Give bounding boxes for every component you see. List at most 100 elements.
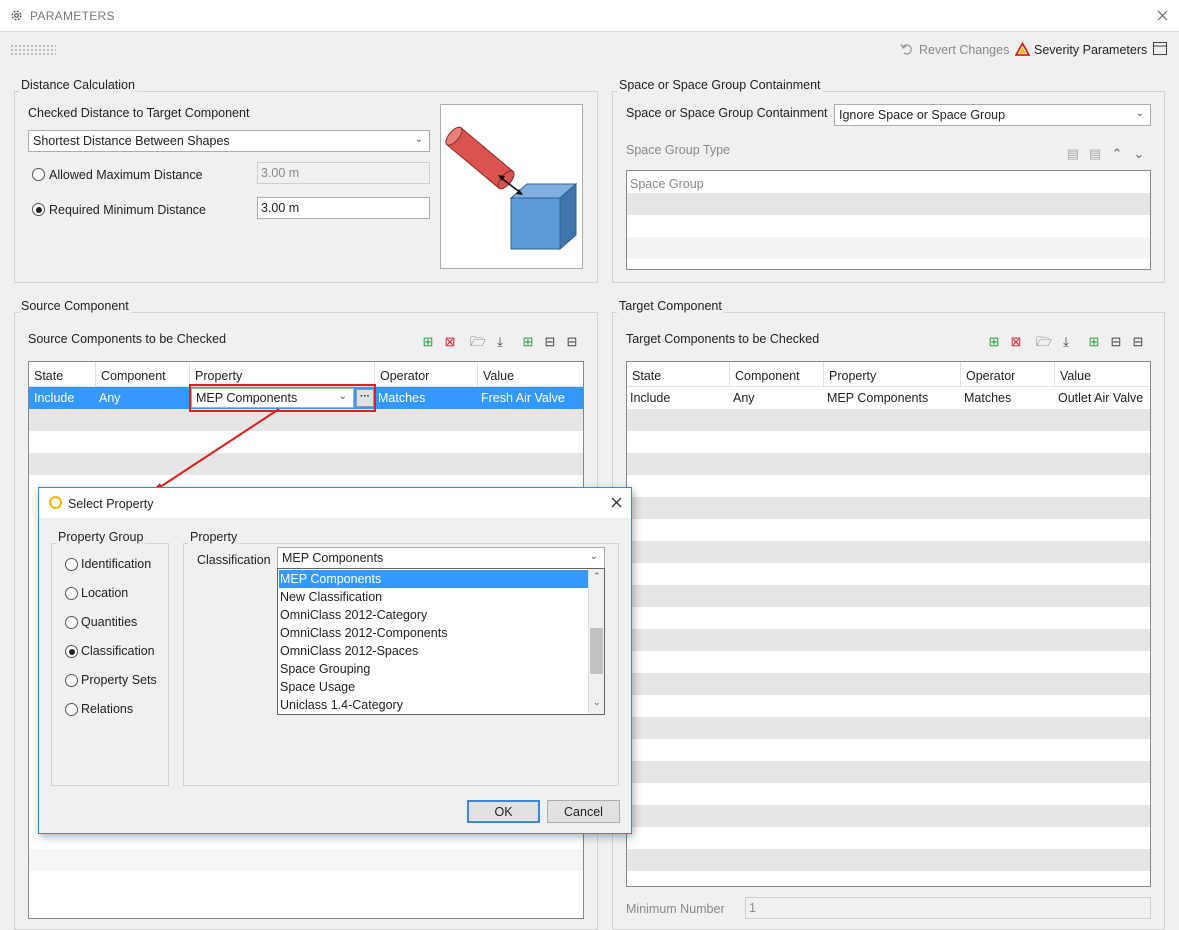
space-containment-title: Space or Space Group Containment: [617, 78, 823, 92]
chevron-down-icon: ⌄: [589, 551, 598, 562]
annotation-arrow: [146, 408, 280, 497]
drag-grip[interactable]: [10, 44, 56, 56]
minimum-number-input[interactable]: 1: [745, 897, 1151, 919]
group-label: Quantities: [81, 615, 138, 629]
remove-row-icon[interactable]: ▤: [1087, 146, 1103, 162]
table-row[interactable]: Include Any MEP Components Matches Outle…: [627, 387, 1150, 409]
column-header[interactable]: Operator: [375, 362, 478, 387]
minimum-number-label: Minimum Number: [626, 902, 725, 916]
column-header[interactable]: Component: [730, 362, 824, 387]
list-item[interactable]: OmniClass 2012-Components: [279, 624, 588, 642]
dialog-close-icon[interactable]: [611, 497, 622, 508]
chevron-down-icon: ⌄: [1135, 108, 1144, 119]
column-header[interactable]: Value: [1055, 362, 1150, 387]
group-icon[interactable]: ⊟: [542, 334, 558, 350]
distance-mode-value: Shortest Distance Between Shapes: [33, 134, 230, 148]
open-folder-icon[interactable]: 🗁: [1036, 334, 1052, 350]
required-min-radio[interactable]: [32, 203, 45, 216]
move-up-icon[interactable]: ⌃: [1109, 146, 1125, 162]
delete-row-icon[interactable]: ⊠: [1008, 334, 1024, 350]
target-table[interactable]: State Component Property Operator Value …: [626, 361, 1151, 887]
gear-icon: [11, 10, 22, 21]
cancel-button[interactable]: Cancel: [547, 800, 620, 823]
group-radio-classification[interactable]: [65, 645, 78, 658]
group-radio-quantities[interactable]: [65, 616, 78, 629]
checked-distance-label: Checked Distance to Target Component: [28, 106, 250, 120]
classification-select[interactable]: MEP Components ⌄: [277, 547, 605, 569]
scroll-up-icon[interactable]: ⌃: [593, 571, 601, 582]
cell-component: Any: [99, 391, 121, 405]
add-row-icon[interactable]: ⊞: [986, 334, 1002, 350]
classification-value: MEP Components: [282, 551, 384, 565]
list-stripe: [627, 193, 1150, 215]
column-header[interactable]: State: [29, 362, 96, 387]
group-radio-identification[interactable]: [65, 558, 78, 571]
revert-changes-button[interactable]: Revert Changes: [919, 43, 1009, 57]
move-down-icon[interactable]: ⌄: [1131, 146, 1147, 162]
list-item[interactable]: OmniClass 2012-Spaces: [279, 642, 588, 660]
severity-parameters-button[interactable]: Severity Parameters: [1034, 43, 1147, 57]
group-radio-relations[interactable]: [65, 703, 78, 716]
cell-state: Include: [630, 391, 671, 405]
allowed-max-radio[interactable]: [32, 168, 45, 181]
space-group-header: Space Group: [630, 177, 704, 191]
scroll-down-icon[interactable]: ⌄: [593, 697, 601, 708]
target-subtitle: Target Components to be Checked: [626, 332, 820, 346]
row-stripe: [627, 453, 1150, 475]
property-group-title: Property Group: [56, 530, 146, 544]
download-icon[interactable]: ⤓: [1058, 334, 1074, 350]
column-header[interactable]: State: [627, 362, 730, 387]
target-component-title: Target Component: [617, 299, 724, 313]
cell-operator: Matches: [964, 391, 1012, 405]
add-group-icon[interactable]: ⊞: [520, 334, 536, 350]
list-scrollbar[interactable]: ⌃ ⌄: [588, 569, 604, 714]
group-label: Relations: [81, 702, 134, 716]
cell-property: MEP Components: [827, 391, 929, 405]
add-row-icon[interactable]: ▤: [1065, 146, 1081, 162]
classification-dropdown-list[interactable]: MEP Components New Classification OmniCl…: [277, 568, 605, 715]
required-min-input[interactable]: 3.00 m: [257, 197, 430, 219]
row-stripe: [627, 761, 1150, 783]
list-item[interactable]: Space Grouping: [279, 660, 588, 678]
ungroup-icon[interactable]: ⊟: [564, 334, 580, 350]
column-header[interactable]: Property: [824, 362, 961, 387]
space-group-list[interactable]: Space Group: [626, 170, 1151, 270]
download-icon[interactable]: ⤓: [492, 334, 508, 350]
column-header[interactable]: Value: [478, 362, 583, 387]
group-radio-property-sets[interactable]: [65, 674, 78, 687]
row-stripe: [627, 629, 1150, 651]
close-icon[interactable]: [1157, 10, 1168, 21]
list-item[interactable]: Space Usage: [279, 678, 588, 696]
space-containment-select[interactable]: Ignore Space or Space Group ⌄: [834, 104, 1151, 126]
distance-mode-select[interactable]: Shortest Distance Between Shapes ⌄: [28, 130, 430, 152]
list-item[interactable]: OmniClass 2012-Category: [279, 606, 588, 624]
cell-value: Fresh Air Valve: [481, 391, 565, 405]
panel-layout-icon[interactable]: [1153, 42, 1167, 55]
list-item[interactable]: New Classification: [279, 588, 588, 606]
ungroup-icon[interactable]: ⊟: [1130, 334, 1146, 350]
cell-state: Include: [34, 391, 75, 405]
list-item[interactable]: Uniclass 1.4-Category: [279, 696, 588, 714]
group-icon[interactable]: ⊟: [1108, 334, 1124, 350]
property-title: Property: [188, 530, 240, 544]
row-stripe: [29, 849, 583, 871]
add-row-icon[interactable]: ⊞: [420, 334, 436, 350]
row-stripe: [627, 849, 1150, 871]
list-item[interactable]: MEP Components: [279, 570, 588, 588]
ok-button[interactable]: OK: [467, 800, 540, 823]
group-radio-location[interactable]: [65, 587, 78, 600]
row-stripe: [627, 497, 1150, 519]
row-stripe: [29, 453, 583, 475]
add-group-icon[interactable]: ⊞: [1086, 334, 1102, 350]
delete-row-icon[interactable]: ⊠: [442, 334, 458, 350]
scrollbar-thumb[interactable]: [590, 628, 603, 674]
distance-diagram-image: [445, 126, 578, 251]
allowed-max-input[interactable]: 3.00 m: [257, 162, 430, 184]
cell-component: Any: [733, 391, 755, 405]
distance-calculation-title: Distance Calculation: [19, 78, 137, 92]
column-header[interactable]: Component: [96, 362, 190, 387]
open-folder-icon[interactable]: 🗁: [470, 334, 486, 350]
undo-icon: [900, 43, 912, 55]
column-header[interactable]: Operator: [961, 362, 1055, 387]
group-label: Property Sets: [81, 673, 157, 687]
